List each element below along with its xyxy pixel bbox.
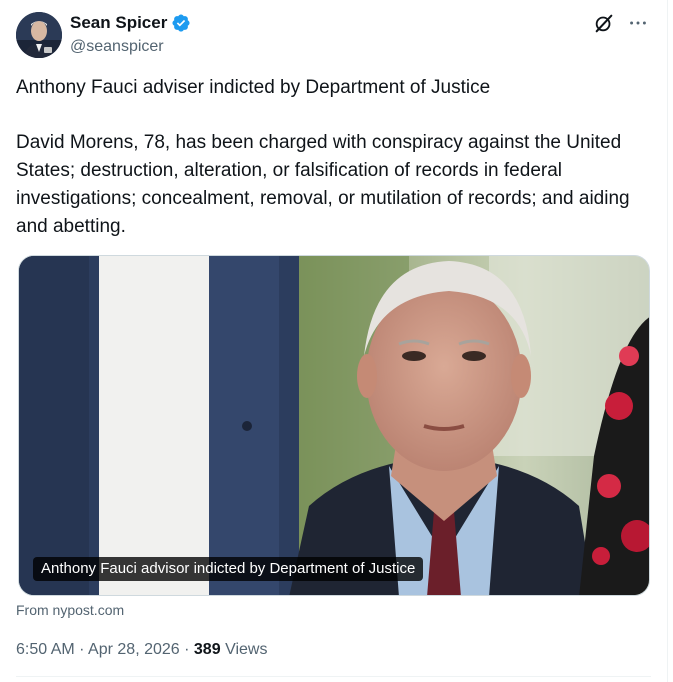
verified-badge-icon[interactable] [171,13,191,33]
author-display-name[interactable]: Sean Spicer [70,12,167,34]
link-card-caption: Anthony Fauci advisor indicted by Depart… [33,557,424,581]
link-source[interactable]: From nypost.com [16,601,124,619]
author-name-row: Sean Spicer [70,12,191,34]
tweet-time[interactable]: 6:50 AM [16,641,75,658]
grok-icon[interactable] [593,12,615,34]
views-label: Views [225,641,268,658]
tweet-body: David Morens, 78, has been charged with … [16,132,630,237]
tweet-headline: Anthony Fauci adviser indicted by Depart… [16,77,491,98]
tweet-meta: 6:50 AM · Apr 28, 2026 · 389 Views [16,640,267,660]
more-options-icon[interactable] [627,12,649,34]
author-avatar[interactable] [16,12,62,58]
views-count: 389 [193,641,221,658]
tweet-card: Sean Spicer @seanspicer Anthony Fauci ad… [0,0,668,682]
divider [16,676,651,677]
meta-separator: · [79,641,85,658]
author-handle[interactable]: @seanspicer [70,37,164,57]
tweet-date[interactable]: Apr 28, 2026 [88,641,180,658]
top-actions [593,12,649,34]
meta-separator: · [184,641,190,658]
link-card-image[interactable]: Anthony Fauci advisor indicted by Depart… [18,255,650,596]
